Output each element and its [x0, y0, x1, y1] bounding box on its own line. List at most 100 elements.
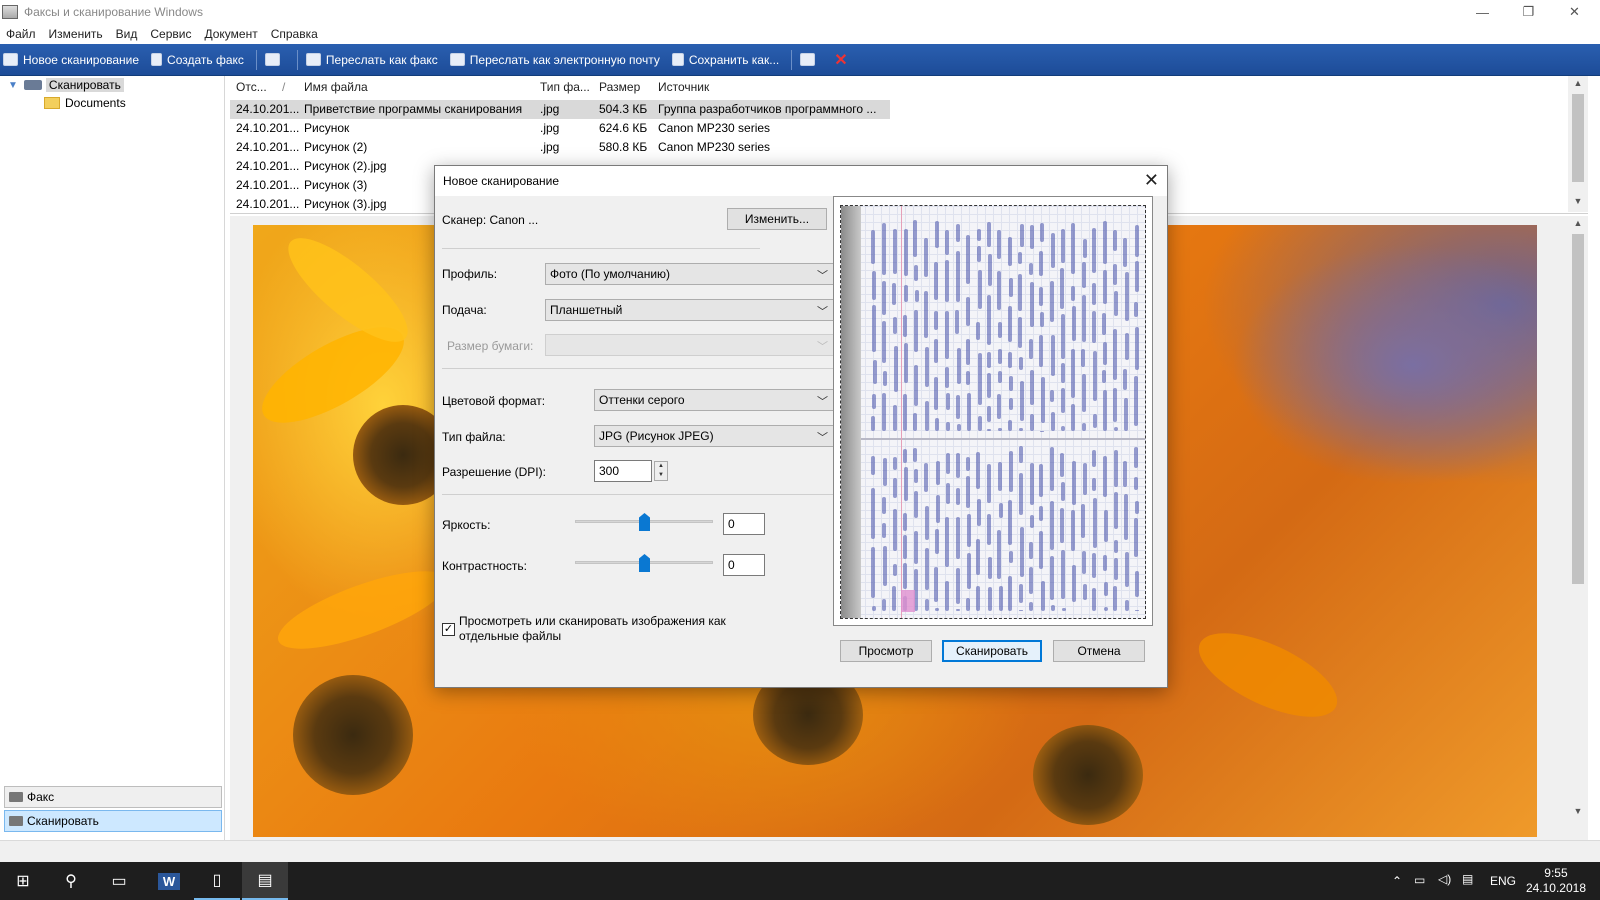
menu-edit[interactable]: Изменить — [49, 27, 103, 41]
cancel-button[interactable]: Отмена — [1053, 640, 1145, 662]
table-row[interactable]: 24.10.201... Приветствие программы сканир… — [230, 100, 890, 119]
color-format-select[interactable]: Оттенки серого ﹀ — [594, 389, 835, 411]
handwriting-stroke — [987, 254, 992, 286]
handwriting-stroke — [976, 499, 981, 526]
minimize-button[interactable]: — — [1460, 0, 1505, 24]
scroll-up-icon[interactable]: ▲ — [1568, 218, 1588, 228]
menu-tools[interactable]: Сервис — [150, 27, 191, 41]
view-button[interactable] — [264, 53, 285, 66]
scroll-thumb[interactable] — [1572, 94, 1584, 182]
handwriting-stroke — [872, 270, 876, 301]
menu-document[interactable]: Документ — [204, 27, 257, 41]
handwriting-stroke — [997, 321, 1002, 338]
column-header-date[interactable]: Отс... — [236, 80, 267, 94]
save-as-button[interactable]: Сохранить как... — [671, 53, 779, 67]
handwriting-stroke — [1092, 228, 1097, 273]
forward-fax-button[interactable]: Переслать как факс — [305, 52, 438, 67]
notebook-fold — [861, 438, 1145, 440]
taskbar-word[interactable]: W — [146, 862, 192, 900]
start-button[interactable]: ⊞ — [0, 862, 46, 900]
show-hidden-icons[interactable]: ⌃ — [1392, 874, 1402, 888]
close-window-button[interactable]: ✕ — [1552, 0, 1597, 24]
file-type-select[interactable]: JPG (Рисунок JPEG) ﹀ — [594, 425, 835, 447]
new-fax-button[interactable]: Создать факс — [151, 53, 244, 67]
delete-button[interactable]: ✕ — [834, 50, 847, 70]
change-scanner-button[interactable]: Изменить... — [727, 208, 827, 230]
tree-item-documents[interactable]: Documents — [44, 96, 126, 110]
app-icon — [2, 5, 18, 19]
search-button[interactable]: ⚲ — [48, 862, 94, 900]
dpi-input[interactable]: 300 — [594, 460, 652, 482]
print-button[interactable] — [800, 53, 820, 66]
scanner-edge — [841, 206, 861, 618]
menu-file[interactable]: Файл — [6, 27, 36, 41]
brightness-slider-thumb[interactable] — [639, 513, 650, 531]
handwriting-stroke — [1081, 348, 1086, 368]
scan-button[interactable]: Сканировать — [942, 640, 1042, 662]
clock[interactable]: 9:55 24.10.2018 — [1526, 866, 1586, 896]
network-icon[interactable]: ▭ — [1414, 873, 1425, 887]
dpi-spinner[interactable]: ▲ ▼ — [654, 461, 668, 481]
handwriting-stroke — [1039, 222, 1044, 242]
table-row[interactable]: 24.10.201... Рисунок (2) .jpg 580.8 КБ Canon… — [230, 138, 890, 157]
left-panel: ▼ Сканировать Documents Факс Сканировать — [0, 76, 225, 840]
email-icon — [449, 53, 465, 66]
column-header-source[interactable]: Источник — [658, 80, 709, 94]
file-list-header: Отс... / Имя файла Тип фа... Размер Исто… — [230, 76, 1588, 98]
menu-view[interactable]: Вид — [116, 27, 138, 41]
handwriting-stroke — [904, 467, 909, 501]
forward-fax-label: Переслать как факс — [325, 52, 438, 67]
tree-item-scan[interactable]: ▼ Сканировать — [8, 78, 124, 92]
taskbar-explorer[interactable]: ▯ — [194, 862, 240, 900]
volume-icon[interactable]: ◁) — [1438, 872, 1451, 886]
handwriting-stroke — [1018, 446, 1023, 464]
scroll-down-icon[interactable]: ▼ — [1568, 806, 1588, 816]
fax-scan-icon: ▤ — [257, 872, 273, 889]
profile-select[interactable]: Фото (По умолчанию) ﹀ — [545, 263, 835, 285]
scroll-down-icon[interactable]: ▼ — [1568, 196, 1588, 206]
new-scan-button[interactable]: Новое сканирование — [3, 53, 139, 67]
language-indicator[interactable]: ENG — [1490, 874, 1516, 888]
handwriting-stroke — [1008, 237, 1013, 266]
handwriting-stroke — [871, 229, 876, 265]
handwriting-stroke — [882, 281, 887, 316]
file-list-scrollbar[interactable]: ▲ ▼ — [1568, 76, 1588, 212]
column-header-name[interactable]: Имя файла — [304, 80, 368, 94]
handwriting-stroke — [1135, 224, 1140, 257]
source-select[interactable]: Планшетный ﹀ — [545, 299, 835, 321]
chevron-down-icon[interactable]: ▼ — [8, 80, 18, 91]
separate-files-checkbox[interactable]: ✓ — [442, 623, 455, 636]
handwriting-stroke — [881, 496, 886, 515]
handwriting-stroke — [1060, 481, 1065, 502]
notifications-icon[interactable]: ▤ — [1462, 872, 1473, 886]
nav-fax[interactable]: Факс — [4, 786, 222, 808]
handwriting-stroke — [1019, 526, 1024, 578]
handwriting-stroke — [1051, 233, 1055, 269]
taskbar-fax-scan[interactable]: ▤ — [242, 862, 288, 900]
contrast-input[interactable]: 0 — [723, 554, 765, 576]
task-view-button[interactable]: ▭ — [96, 862, 142, 900]
column-header-size[interactable]: Размер — [599, 80, 640, 94]
table-row[interactable]: 24.10.201... Рисунок .jpg 624.6 КБ Canon MP2… — [230, 119, 890, 138]
handwriting-stroke — [882, 320, 887, 364]
contrast-slider-thumb[interactable] — [639, 554, 650, 572]
scroll-thumb[interactable] — [1572, 234, 1584, 584]
new-fax-label: Создать факс — [167, 52, 244, 67]
toolbar: Новое сканирование Создать факс Переслат… — [0, 44, 1600, 76]
preview-scrollbar[interactable]: ▲ ▼ — [1568, 216, 1588, 822]
handwriting-stroke — [903, 342, 908, 384]
scroll-up-icon[interactable]: ▲ — [1568, 78, 1588, 88]
restore-button[interactable]: ❐ — [1506, 0, 1551, 24]
handwriting-stroke — [1030, 282, 1035, 328]
file-date: 24.10.201... — [236, 102, 300, 116]
preview-button[interactable]: Просмотр — [840, 640, 932, 662]
forward-email-button[interactable]: Переслать как электронную почту — [449, 53, 660, 67]
close-icon[interactable]: ✕ — [1144, 170, 1159, 191]
handwriting-stroke — [934, 338, 939, 364]
status-bar — [0, 840, 1600, 862]
handwriting-stroke — [1030, 414, 1035, 431]
nav-scan[interactable]: Сканировать — [4, 810, 222, 832]
column-header-type[interactable]: Тип фа... — [540, 80, 590, 94]
menu-help[interactable]: Справка — [271, 27, 318, 41]
brightness-input[interactable]: 0 — [723, 513, 765, 535]
